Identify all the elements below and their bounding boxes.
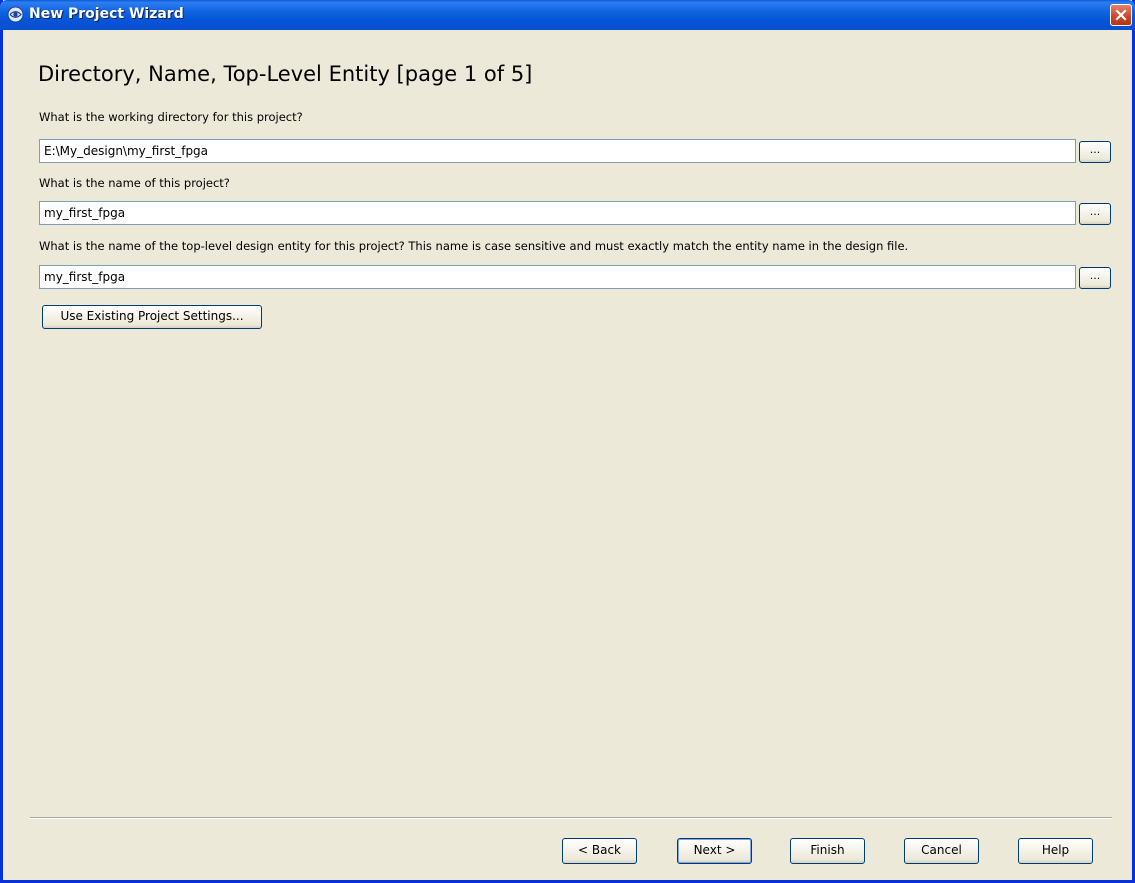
title-bar[interactable]: New Project Wizard xyxy=(0,0,1135,30)
window-title: New Project Wizard xyxy=(29,6,184,22)
footer-separator xyxy=(30,817,1112,819)
project-name-input[interactable] xyxy=(39,201,1076,225)
project-name-label: What is the name of this project? xyxy=(39,176,230,190)
working-directory-input[interactable] xyxy=(39,139,1076,163)
browse-top-level-entity-button[interactable]: ... xyxy=(1079,267,1111,289)
close-icon xyxy=(1115,9,1127,21)
browse-project-name-button[interactable]: ... xyxy=(1079,203,1111,225)
help-button[interactable]: Help xyxy=(1018,838,1093,864)
page-title: Directory, Name, Top-Level Entity [page … xyxy=(38,62,533,86)
top-level-entity-label: What is the name of the top-level design… xyxy=(39,239,909,253)
close-button[interactable] xyxy=(1110,4,1132,26)
new-project-wizard-window: New Project Wizard Directory, Name, Top-… xyxy=(0,0,1135,883)
top-level-entity-input[interactable] xyxy=(39,265,1076,289)
browse-directory-button[interactable]: ... xyxy=(1079,141,1111,163)
back-button[interactable]: < Back xyxy=(562,838,637,864)
next-button[interactable]: Next > xyxy=(677,838,752,864)
app-globe-icon xyxy=(7,6,24,23)
cancel-button[interactable]: Cancel xyxy=(904,838,979,864)
use-existing-settings-button[interactable]: Use Existing Project Settings... xyxy=(42,305,262,329)
finish-button[interactable]: Finish xyxy=(790,838,865,864)
working-directory-label: What is the working directory for this p… xyxy=(39,110,303,124)
